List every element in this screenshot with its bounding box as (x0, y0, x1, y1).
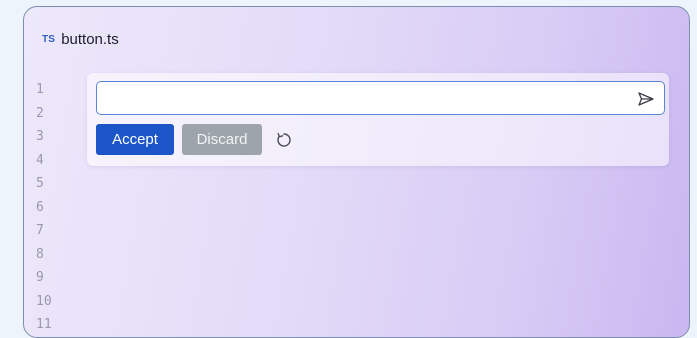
prompt-input[interactable] (97, 82, 627, 114)
inline-actions: Accept Discard (96, 124, 296, 155)
line-number: 7 (36, 223, 44, 238)
prompt-input-container (96, 81, 665, 115)
file-name: button.ts (61, 31, 119, 48)
regenerate-button[interactable] (272, 128, 296, 152)
line-number: 6 (36, 199, 44, 215)
line-number: 9 (36, 270, 44, 285)
inline-edit-popup: Accept Discard (87, 73, 669, 166)
discard-button[interactable]: Discard (182, 124, 262, 155)
accept-button[interactable]: Accept (96, 124, 174, 155)
line-number: 5 (36, 176, 44, 191)
line-number: 11 (36, 317, 52, 332)
line-number: 10 (36, 293, 52, 309)
line-number: 2 (36, 105, 44, 121)
line-number: 3 (36, 129, 44, 144)
line-number-gutter: 1 2 3 4 5 6 7 8 9 10 11 (36, 78, 60, 337)
typescript-icon: TS (42, 34, 56, 45)
refresh-icon (277, 132, 291, 147)
line-number: 8 (36, 246, 44, 262)
editor-window: TS button.ts 1 2 3 4 5 6 7 8 9 10 11 Acc… (23, 6, 690, 338)
send-icon (638, 92, 654, 106)
line-number: 1 (36, 82, 44, 97)
file-tab[interactable]: TS button.ts (42, 31, 119, 48)
line-number: 4 (36, 152, 44, 168)
send-button[interactable] (636, 89, 656, 109)
